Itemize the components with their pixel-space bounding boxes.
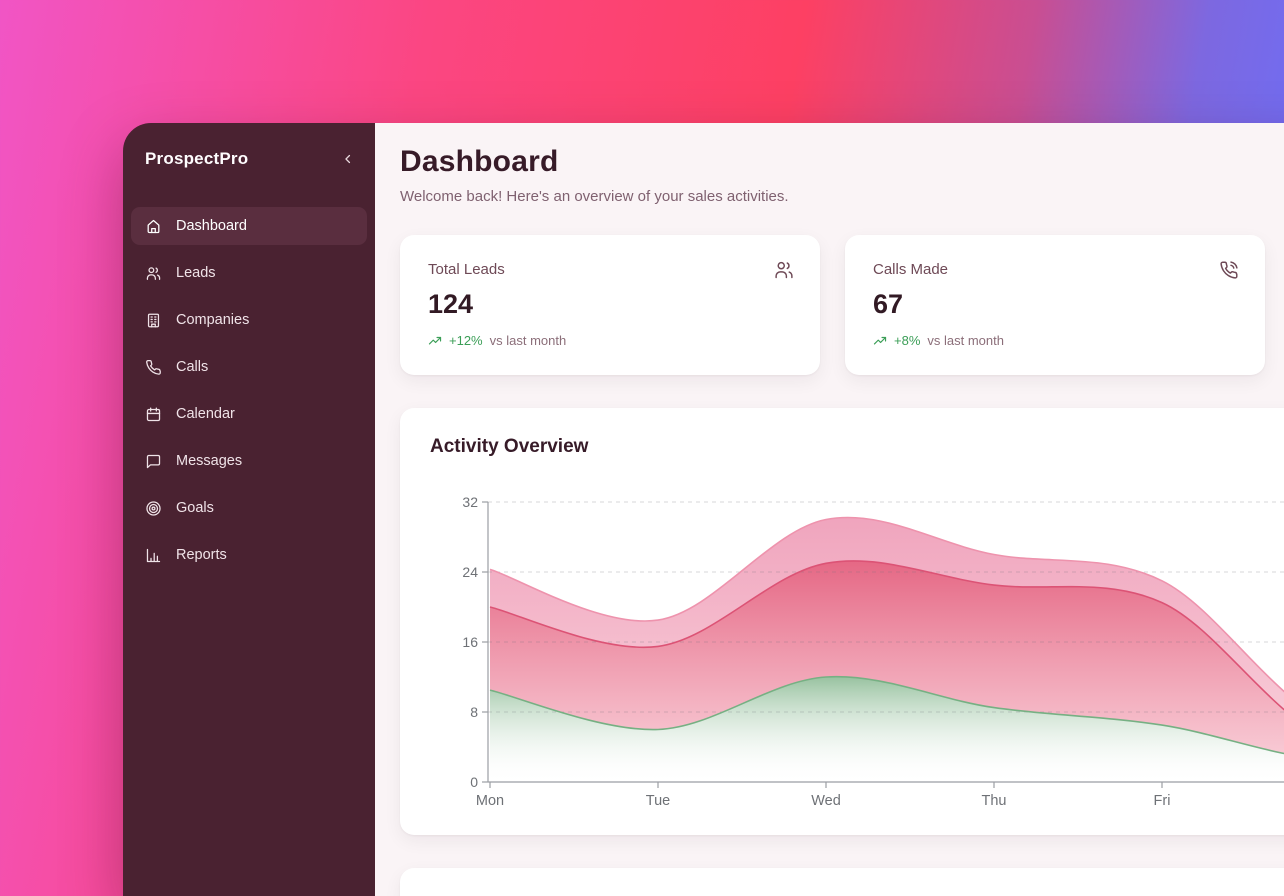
- y-tick-label: 8: [470, 704, 478, 720]
- stat-card-change: +8% vs last month: [873, 333, 1239, 348]
- target-icon: [145, 500, 162, 517]
- x-tick-label: Tue: [646, 793, 670, 809]
- y-tick-label: 32: [462, 494, 478, 510]
- sidebar-item-companies[interactable]: Companies: [131, 301, 367, 339]
- app-logo-text: ProspectPro: [145, 149, 248, 169]
- sidebar-item-label: Calls: [176, 359, 208, 375]
- activity-overview-card: Activity Overview 0 8 16 24 32 Mon Tue Wed Thu Fr…: [400, 408, 1284, 835]
- chart-title: Activity Overview: [430, 436, 588, 458]
- sidebar-item-leads[interactable]: Leads: [131, 254, 367, 292]
- sidebar-item-label: Reports: [176, 547, 227, 563]
- sidebar-header: ProspectPro: [131, 147, 367, 169]
- sidebar-item-label: Dashboard: [176, 218, 247, 234]
- sidebar-item-calendar[interactable]: Calendar: [131, 395, 367, 433]
- activity-overview-chart: 08162432MonTueWedThuFriSatSun: [400, 480, 1284, 825]
- sidebar-item-goals[interactable]: Goals: [131, 489, 367, 527]
- stat-card-change-percent: +8%: [894, 333, 920, 348]
- trending-up-icon: [873, 334, 887, 348]
- chevron-left-icon: [341, 152, 355, 166]
- trending-up-icon: [428, 334, 442, 348]
- sidebar-item-label: Leads: [176, 265, 216, 281]
- calendar-icon: [145, 406, 162, 423]
- users-icon: [145, 265, 162, 282]
- stat-card-value: 67: [873, 289, 1239, 320]
- stat-card-change: +12% vs last month: [428, 333, 794, 348]
- stat-card-change-percent: +12%: [449, 333, 483, 348]
- users-icon: [773, 259, 795, 281]
- main-content: Dashboard Welcome back! Here's an overvi…: [375, 123, 1284, 896]
- y-tick-label: 0: [470, 774, 478, 790]
- page-title: Dashboard: [400, 145, 789, 179]
- sidebar-item-label: Companies: [176, 312, 249, 328]
- sidebar-item-calls[interactable]: Calls: [131, 348, 367, 386]
- phone-icon: [145, 359, 162, 376]
- stat-cards-row: Total Leads 124 +12% vs last month Calls…: [400, 235, 1265, 375]
- stat-card-change-suffix: vs last month: [927, 333, 1004, 348]
- chart-area-bands: [490, 517, 1284, 782]
- bottom-card-partial: [400, 868, 1284, 896]
- page-subtitle: Welcome back! Here's an overview of your…: [400, 188, 789, 205]
- x-tick-label: Wed: [811, 793, 841, 809]
- sidebar-item-dashboard[interactable]: Dashboard: [131, 207, 367, 245]
- sidebar-item-messages[interactable]: Messages: [131, 442, 367, 480]
- sidebar-collapse-button[interactable]: [339, 150, 357, 168]
- stat-card-value: 124: [428, 289, 794, 320]
- sidebar: ProspectPro Dashboard Leads Companies Ca…: [123, 123, 375, 896]
- sidebar-item-label: Goals: [176, 500, 214, 516]
- stat-card-calls-made: Calls Made 67 +8% vs last month: [845, 235, 1265, 375]
- app-window: ProspectPro Dashboard Leads Companies Ca…: [123, 123, 1284, 896]
- sidebar-item-label: Calendar: [176, 406, 235, 422]
- stat-card-change-suffix: vs last month: [490, 333, 567, 348]
- phone-call-icon: [1218, 259, 1240, 281]
- stat-card-label: Calls Made: [873, 261, 1239, 278]
- page-header: Dashboard Welcome back! Here's an overvi…: [400, 145, 789, 205]
- sidebar-item-label: Messages: [176, 453, 242, 469]
- message-icon: [145, 453, 162, 470]
- sidebar-item-reports[interactable]: Reports: [131, 536, 367, 574]
- y-tick-label: 16: [462, 634, 478, 650]
- home-icon: [145, 218, 162, 235]
- sidebar-nav: Dashboard Leads Companies Calls Calendar…: [131, 207, 367, 574]
- bar-chart-icon: [145, 547, 162, 564]
- y-tick-label: 24: [462, 564, 478, 580]
- stat-card-label: Total Leads: [428, 261, 794, 278]
- x-tick-label: Thu: [982, 793, 1007, 809]
- stat-card-total-leads: Total Leads 124 +12% vs last month: [400, 235, 820, 375]
- building-icon: [145, 312, 162, 329]
- x-tick-label: Mon: [476, 793, 504, 809]
- x-tick-label: Fri: [1154, 793, 1171, 809]
